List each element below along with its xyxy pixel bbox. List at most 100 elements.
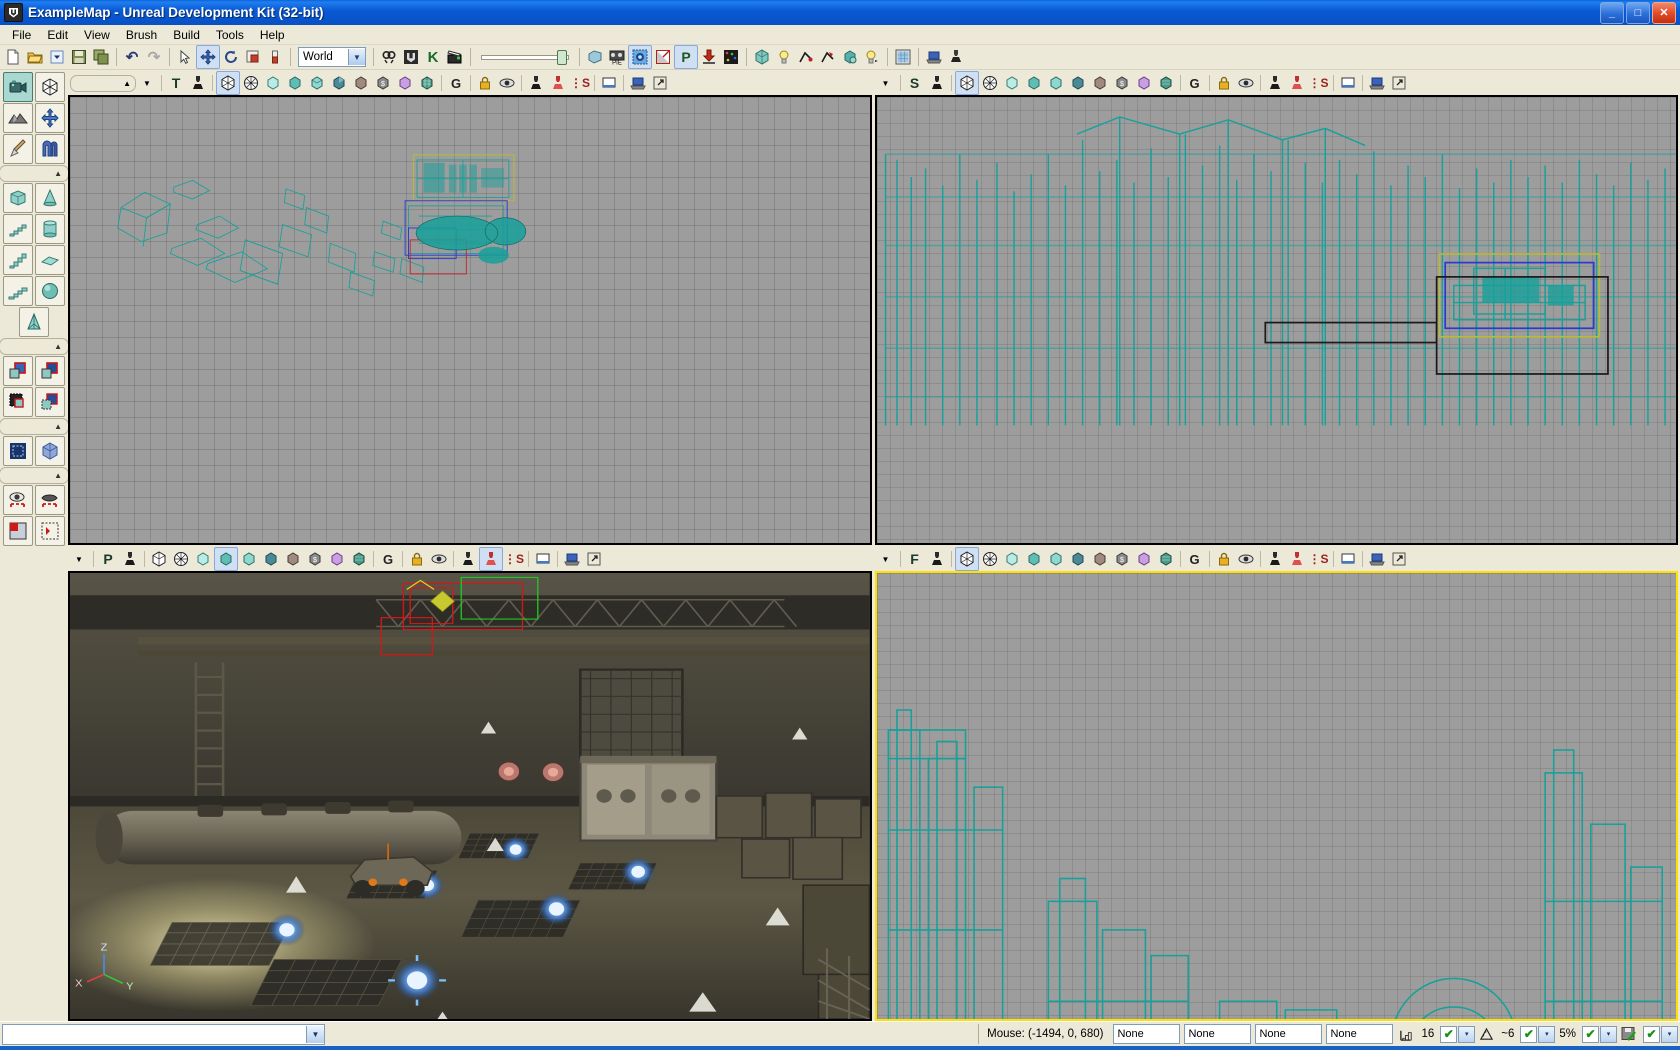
show-brush-wireframe-icon-2[interactable]: [954, 71, 979, 95]
show-lit-icon[interactable]: [284, 72, 306, 94]
show-brush-wireframe-icon-4[interactable]: [954, 547, 979, 571]
scale-mode-icon[interactable]: [242, 46, 264, 68]
chevron-down-icon-console[interactable]: ▼: [306, 1025, 324, 1043]
menu-item-brush[interactable]: Brush: [118, 26, 165, 44]
console-command-input[interactable]: ▼: [2, 1023, 325, 1045]
menu-item-view[interactable]: View: [76, 26, 118, 44]
redo-icon[interactable]: ↷: [143, 46, 165, 68]
search-actors-icon[interactable]: [378, 46, 400, 68]
stream-levels-icon-2[interactable]: ⋮S: [1308, 72, 1330, 94]
squint-mode-icon-4[interactable]: [1286, 548, 1308, 570]
lock-viewport-icon-3[interactable]: [406, 548, 428, 570]
mesh-paint-mode-icon[interactable]: [35, 134, 65, 164]
matinee-preview-icon-2[interactable]: [1366, 72, 1388, 94]
show-paths-icon[interactable]: [795, 46, 817, 68]
menu-item-edit[interactable]: Edit: [39, 26, 76, 44]
camera-preview-icon-3[interactable]: [428, 548, 450, 570]
autosave-icon[interactable]: [1617, 1026, 1640, 1042]
select-all-icon[interactable]: [35, 516, 65, 546]
geometry-mode-icon[interactable]: [35, 72, 65, 102]
viewport-side-options-icon[interactable]: ▼: [875, 72, 897, 94]
show-unlit-icon-4[interactable]: [1001, 548, 1023, 570]
snap-scale-field[interactable]: None: [1326, 1024, 1394, 1044]
drag-grid-field[interactable]: None: [1113, 1024, 1181, 1044]
toggle-fullscreen-icon-4[interactable]: [1337, 548, 1359, 570]
show-shader-complexity-icon-4[interactable]: [1133, 548, 1155, 570]
show-lightmap-density-icon-2[interactable]: [1155, 72, 1177, 94]
viewport-side-canvas[interactable]: [874, 95, 1678, 545]
selection-collapse[interactable]: ▲: [0, 467, 68, 484]
grid-snap-dropdown-icon[interactable]: ▾: [1458, 1025, 1476, 1043]
cone-brush-icon[interactable]: [35, 183, 65, 213]
select-mode-icon[interactable]: [174, 46, 196, 68]
show-lights-icon[interactable]: [773, 46, 795, 68]
matinee-editor-icon[interactable]: [444, 46, 466, 68]
hide-selected-icon[interactable]: [35, 485, 65, 515]
slider-knob[interactable]: [557, 49, 567, 65]
show-light-complexity-icon[interactable]: [350, 72, 372, 94]
show-lighting-only-icon-3[interactable]: [260, 548, 282, 570]
viewport-side-mode-letter[interactable]: S: [904, 72, 926, 94]
maximize-viewport-icon-2[interactable]: [1388, 72, 1410, 94]
maximize-viewport-icon[interactable]: [649, 72, 671, 94]
scale-snap-checkbox[interactable]: ✔: [1582, 1025, 1599, 1043]
show-unlit-icon-2[interactable]: [1001, 72, 1023, 94]
matinee-preview-icon[interactable]: [627, 72, 649, 94]
play-in-editor-icon[interactable]: PIE: [606, 46, 628, 68]
menu-item-tools[interactable]: Tools: [208, 26, 252, 44]
lock-selected-actor-icon-4[interactable]: [1264, 548, 1286, 570]
show-light-complexity-icon-4[interactable]: [1089, 548, 1111, 570]
toggle-fullscreen-icon-3[interactable]: [532, 548, 554, 570]
csg-add-icon[interactable]: [3, 356, 33, 386]
show-unlit-icon[interactable]: [262, 72, 284, 94]
squint-mode-icon-2[interactable]: [1286, 72, 1308, 94]
viewport-front-options-icon[interactable]: ▼: [875, 548, 897, 570]
show-texture-density-icon-4[interactable]: $: [1111, 548, 1133, 570]
toggle-fullscreen-icon[interactable]: [598, 72, 620, 94]
show-unlit-icon-3[interactable]: [192, 548, 214, 570]
invert-selection-icon[interactable]: [3, 516, 33, 546]
new-file-icon[interactable]: [2, 46, 24, 68]
tetrahedron-brush-icon[interactable]: [19, 307, 49, 337]
linear-staircase-brush-icon[interactable]: [3, 245, 33, 275]
show-texture-density-icon[interactable]: $: [372, 72, 394, 94]
add-special-brush-icon[interactable]: [35, 436, 65, 466]
show-lighting-only-icon-4[interactable]: [1067, 548, 1089, 570]
game-view-icon-4[interactable]: G: [1184, 548, 1206, 570]
show-shader-complexity-icon-2[interactable]: [1133, 72, 1155, 94]
autosave-checkbox[interactable]: ✔: [1643, 1025, 1660, 1043]
build-visibility-icon[interactable]: [720, 46, 742, 68]
viewport-perspective-options-icon[interactable]: ▼: [68, 548, 90, 570]
realtime-icon-3[interactable]: [119, 548, 141, 570]
show-brush-wireframe-icon[interactable]: [216, 71, 240, 95]
menu-item-build[interactable]: Build: [165, 26, 208, 44]
show-shader-complexity-icon[interactable]: [394, 72, 416, 94]
build-lighting-icon[interactable]: [628, 45, 652, 69]
matinee-preview-icon-4[interactable]: [1366, 548, 1388, 570]
brush-primitives-collapse[interactable]: ▲: [0, 165, 68, 182]
squint-mode-icon[interactable]: [547, 72, 569, 94]
game-view-icon-3[interactable]: G: [377, 548, 399, 570]
show-lightmap-density-icon-4[interactable]: [1155, 548, 1177, 570]
maximize-viewport-icon-4[interactable]: [1388, 548, 1410, 570]
show-detail-lighting-icon-2[interactable]: [1045, 72, 1067, 94]
cube-brush-icon[interactable]: [3, 183, 33, 213]
viewport-front-mode-letter[interactable]: F: [904, 548, 926, 570]
maximize-button[interactable]: □: [1626, 1, 1650, 24]
camera-preview-icon-2[interactable]: [1235, 72, 1257, 94]
rotate-mode-icon[interactable]: [220, 46, 242, 68]
show-lightmap-density-icon-3[interactable]: [348, 548, 370, 570]
lock-viewport-icon-2[interactable]: [1213, 72, 1235, 94]
squint-mode-icon-3[interactable]: [479, 547, 503, 571]
rotation-grid-field[interactable]: None: [1184, 1024, 1252, 1044]
matinee-preview-icon-3[interactable]: [561, 548, 583, 570]
show-detail-lighting-icon[interactable]: [306, 72, 328, 94]
show-detail-lighting-icon-4[interactable]: [1045, 548, 1067, 570]
show-detail-lighting-icon-3[interactable]: [238, 548, 260, 570]
add-volume-icon[interactable]: [3, 436, 33, 466]
show-shader-complexity-icon-3[interactable]: [326, 548, 348, 570]
menu-item-file[interactable]: File: [4, 26, 39, 44]
level-properties-icon[interactable]: [923, 46, 945, 68]
show-brush-wireframe-icon-3[interactable]: [148, 548, 170, 570]
show-lightmap-density-icon[interactable]: [416, 72, 438, 94]
